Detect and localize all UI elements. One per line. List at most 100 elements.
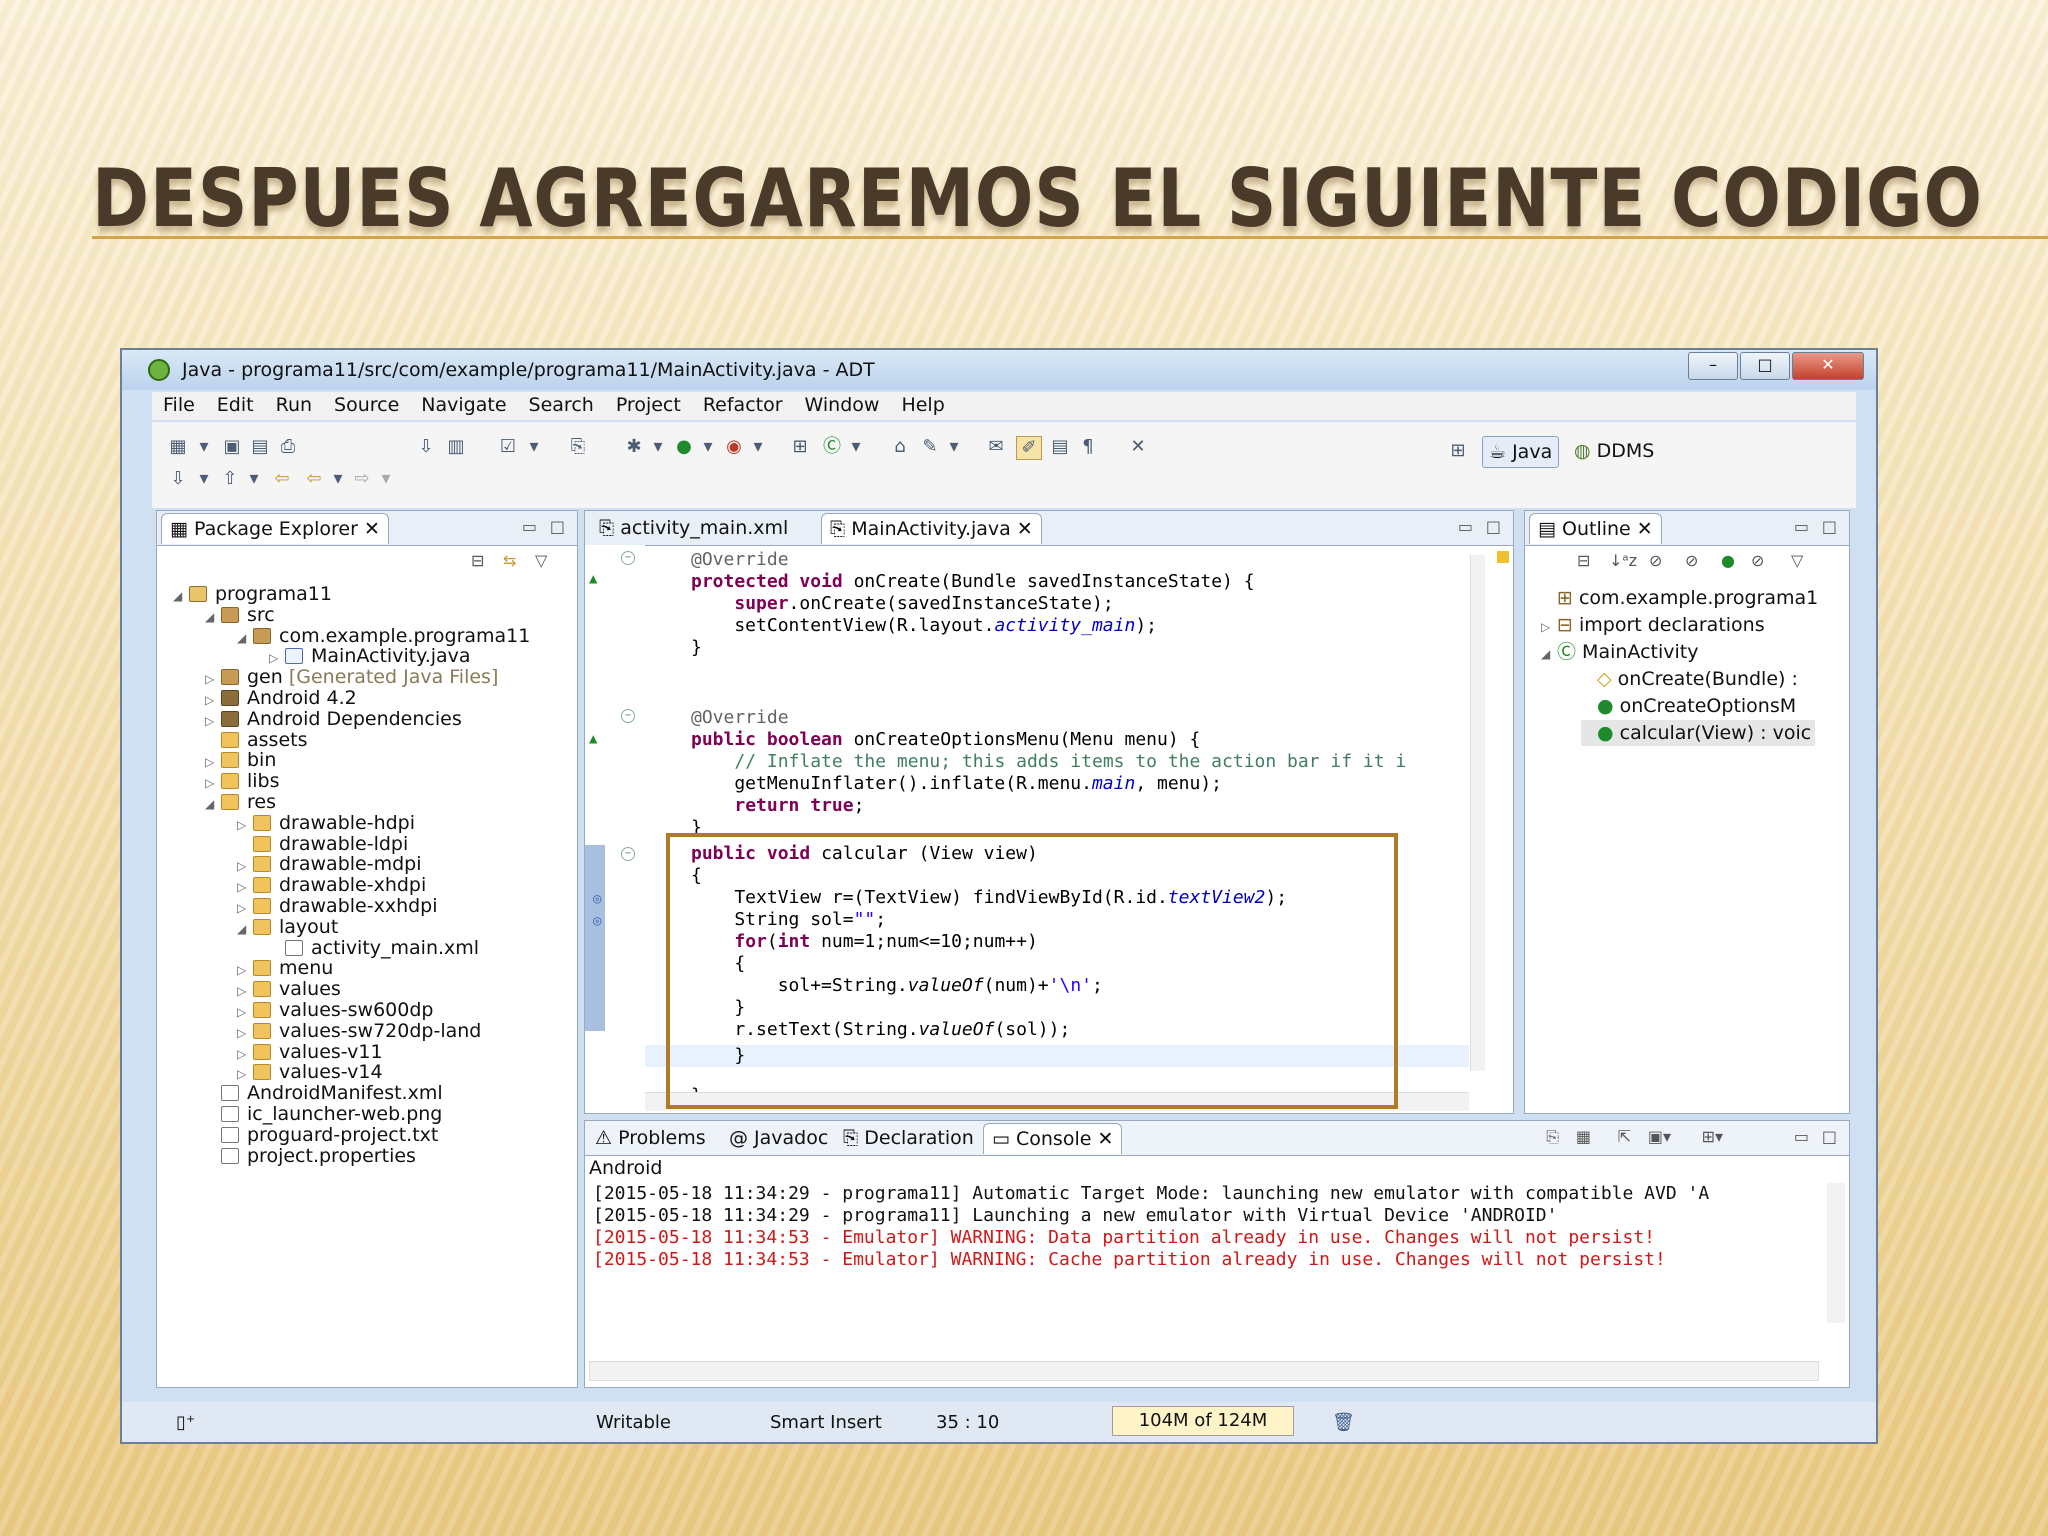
annotation-icon[interactable]: ✉ xyxy=(984,436,1008,458)
back-icon[interactable]: ⇦ xyxy=(302,468,326,490)
new-android-icon[interactable]: ⎘ xyxy=(566,436,590,458)
fold-icon[interactable]: − xyxy=(621,847,635,861)
tree-item[interactable]: project.properties xyxy=(205,1143,416,1169)
menu-file[interactable]: File xyxy=(152,392,206,420)
expand-arrow-icon[interactable]: ◢ xyxy=(237,916,253,942)
outline-item[interactable]: ▷ ⊟ import declarations xyxy=(1541,612,1765,638)
garbage-collect-icon[interactable]: 🗑 xyxy=(1332,1412,1355,1433)
next-annotation-icon[interactable]: ⇩ xyxy=(166,468,190,490)
close-tab-icon[interactable]: ✕ xyxy=(1011,518,1033,540)
menu-refactor[interactable]: Refactor xyxy=(692,392,794,420)
pin-console-icon[interactable]: ⇱ xyxy=(1618,1127,1631,1146)
dropdown-icon[interactable]: ▾ xyxy=(844,436,868,458)
outline-item[interactable]: ⊞ com.example.programa1 xyxy=(1541,585,1818,611)
menu-window[interactable]: Window xyxy=(794,392,891,420)
expand-arrow-icon[interactable]: ◢ xyxy=(205,604,221,630)
vertical-scrollbar[interactable] xyxy=(1470,555,1485,1071)
menu-help[interactable]: Help xyxy=(890,392,955,420)
expand-arrow-icon[interactable]: ◢ xyxy=(1541,641,1557,667)
dropdown-icon[interactable]: ▾ xyxy=(522,436,546,458)
tab-package-explorer[interactable]: ▦ Package Explorer ✕ xyxy=(161,513,389,544)
sort-icon[interactable]: ↓ᵃz xyxy=(1609,551,1637,570)
menu-edit[interactable]: Edit xyxy=(206,392,265,420)
status-add-icon[interactable]: ▯⁺ xyxy=(176,1412,195,1433)
android-sdk-icon[interactable]: ⇩ xyxy=(414,436,438,458)
pin-icon[interactable]: ✕ xyxy=(1126,436,1150,458)
close-tab-icon[interactable]: ✕ xyxy=(1631,518,1653,540)
status-memory[interactable]: 104M of 124M xyxy=(1112,1406,1294,1436)
outline-item[interactable]: ◢ Ⓒ MainActivity xyxy=(1541,639,1698,665)
minimize-view-icon[interactable]: ▭ xyxy=(522,517,537,536)
menu-navigate[interactable]: Navigate xyxy=(410,392,517,420)
dropdown-icon[interactable]: ▾ xyxy=(746,436,770,458)
console-output[interactable]: [2015-05-18 11:34:29 - programa11] Autom… xyxy=(585,1183,1819,1323)
checkbox-icon[interactable]: ☑ xyxy=(496,436,520,458)
new-class-icon[interactable]: Ⓒ xyxy=(820,436,844,458)
minimize-button[interactable]: – xyxy=(1688,352,1738,380)
print-icon[interactable]: ⎙ xyxy=(276,436,300,458)
minimize-view-icon[interactable]: ▭ xyxy=(1458,517,1473,536)
maximize-view-icon[interactable]: □ xyxy=(1822,517,1837,536)
maximize-view-icon[interactable]: □ xyxy=(1822,1127,1837,1146)
avd-manager-icon[interactable]: ▥ xyxy=(444,436,468,458)
scroll-lock-icon[interactable]: ▦ xyxy=(1576,1127,1591,1146)
maximize-button[interactable]: □ xyxy=(1740,352,1790,380)
dropdown-icon[interactable]: ▾ xyxy=(242,468,266,490)
menu-project[interactable]: Project xyxy=(605,392,692,420)
tab-problems[interactable]: ⚠ Problems xyxy=(587,1123,714,1153)
minimize-view-icon[interactable]: ▭ xyxy=(1794,517,1809,536)
debug-icon[interactable]: ✱ xyxy=(622,436,646,458)
collapse-all-icon[interactable]: ⊟ xyxy=(471,551,484,570)
tab-mainactivity-java[interactable]: ⎘ MainActivity.java ✕ xyxy=(821,513,1042,544)
close-tab-icon[interactable]: ✕ xyxy=(364,518,380,540)
expand-arrow-icon[interactable]: ◢ xyxy=(173,583,189,609)
external-tools-icon[interactable]: ◉ xyxy=(722,436,746,458)
java-perspective-button[interactable]: ☕ Java xyxy=(1482,436,1560,468)
last-edit-icon[interactable]: ⇦ xyxy=(270,468,294,490)
view-menu-icon[interactable]: ▽ xyxy=(535,551,547,570)
dropdown-icon[interactable]: ▾ xyxy=(696,436,720,458)
console-hscrollbar[interactable] xyxy=(589,1361,1819,1381)
mark-occurrences-icon[interactable]: ✐ xyxy=(1016,436,1042,460)
save-all-icon[interactable]: ▤ xyxy=(248,436,272,458)
menu-run[interactable]: Run xyxy=(265,392,323,420)
open-perspective-icon[interactable]: ⊞ xyxy=(1446,440,1470,462)
dropdown-icon[interactable]: ▾ xyxy=(374,468,398,490)
ddms-perspective-button[interactable]: ◍ DDMS xyxy=(1568,436,1660,466)
hide-fields-icon[interactable]: ⊘ xyxy=(1649,551,1662,570)
menu-source[interactable]: Source xyxy=(323,392,410,420)
forward-icon[interactable]: ⇨ xyxy=(350,468,374,490)
link-editor-icon[interactable]: ⇆ xyxy=(503,551,516,570)
dropdown-icon[interactable]: ▾ xyxy=(942,436,966,458)
collapse-all-icon[interactable]: ⊟ xyxy=(1577,551,1590,570)
search-tool-icon[interactable]: ✎ xyxy=(918,436,942,458)
maximize-view-icon[interactable]: □ xyxy=(550,517,565,536)
open-console-icon[interactable]: ⊞▾ xyxy=(1702,1127,1723,1146)
tab-outline[interactable]: ▤ Outline ✕ xyxy=(1529,513,1662,544)
run-icon[interactable]: ● xyxy=(672,436,696,458)
show-whitespace-icon[interactable]: ¶ xyxy=(1076,436,1100,458)
expand-arrow-icon[interactable]: ▷ xyxy=(1541,614,1557,640)
dropdown-icon[interactable]: ▾ xyxy=(192,468,216,490)
block-selection-icon[interactable]: ▤ xyxy=(1048,436,1072,458)
new-package-icon[interactable]: ⊞ xyxy=(788,436,812,458)
expand-arrow-icon[interactable]: ◢ xyxy=(205,791,221,817)
save-icon[interactable]: ▣ xyxy=(220,436,244,458)
clear-console-icon[interactable]: ⎘ xyxy=(1546,1127,1559,1147)
prev-annotation-icon[interactable]: ⇧ xyxy=(218,468,242,490)
hide-nonpublic-icon[interactable]: ● xyxy=(1721,551,1735,570)
minimize-view-icon[interactable]: ▭ xyxy=(1794,1127,1809,1146)
maximize-view-icon[interactable]: □ xyxy=(1486,517,1501,536)
tab-javadoc[interactable]: @ Javadoc xyxy=(721,1123,836,1153)
outline-item[interactable]: ◇ onCreate(Bundle) : xyxy=(1581,666,1798,692)
overview-warning-icon[interactable] xyxy=(1497,551,1509,563)
tab-activity-main-xml[interactable]: ⎘ activity_main.xml xyxy=(591,513,796,543)
tab-declaration[interactable]: ⎘ Declaration xyxy=(835,1123,982,1153)
outline-item[interactable]: ● calcular(View) : voic xyxy=(1581,720,1816,746)
hide-static-icon[interactable]: ⊘ xyxy=(1685,551,1698,570)
display-console-icon[interactable]: ▣▾ xyxy=(1648,1127,1671,1146)
new-icon[interactable]: ▦ xyxy=(166,436,190,458)
outline-item[interactable]: ● onCreateOptionsM xyxy=(1581,693,1796,719)
open-type-icon[interactable]: ⌂ xyxy=(888,436,912,458)
console-vscrollbar[interactable] xyxy=(1827,1183,1845,1323)
